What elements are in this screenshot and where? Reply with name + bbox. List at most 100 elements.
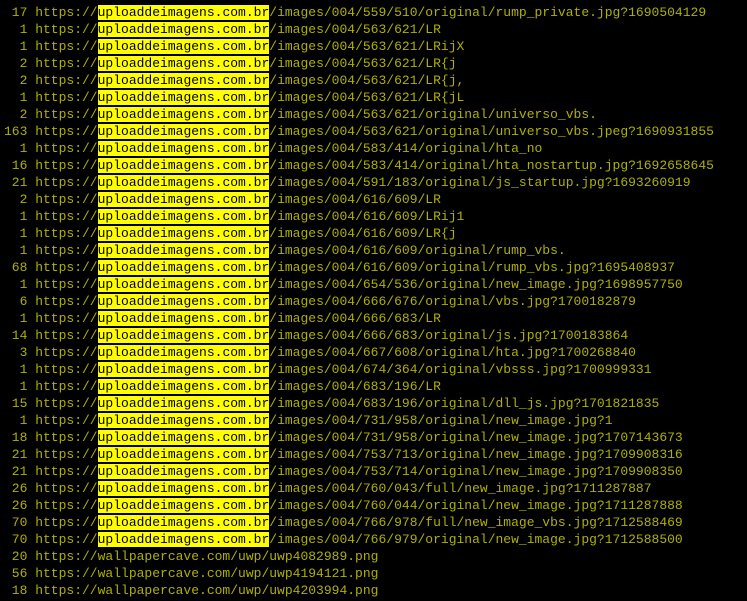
output-line: 56 https://wallpapercave.com/uwp/uwp4194… — [4, 565, 743, 582]
url-prefix: https:// — [35, 447, 97, 462]
line-count: 1 — [4, 242, 27, 259]
line-count: 21 — [4, 463, 27, 480]
output-line: 2 https://uploaddeimagens.com.br/images/… — [4, 72, 743, 89]
url-prefix: https:// — [35, 498, 97, 513]
line-count: 2 — [4, 72, 27, 89]
url-suffix: /images/004/666/676/original/vbs.jpg?170… — [269, 294, 636, 309]
match-highlight: uploaddeimagens.com.br — [98, 73, 270, 88]
line-count: 1 — [4, 21, 27, 38]
line-count: 70 — [4, 514, 27, 531]
output-line: 163 https://uploaddeimagens.com.br/image… — [4, 123, 743, 140]
match-highlight: uploaddeimagens.com.br — [98, 515, 270, 530]
url-prefix: https:// — [35, 532, 97, 547]
url-suffix: /images/004/753/713/original/new_image.j… — [269, 447, 682, 462]
url-suffix: /images/004/760/043/full/new_image.jpg?1… — [269, 481, 651, 496]
match-highlight: uploaddeimagens.com.br — [98, 294, 270, 309]
line-count: 20 — [4, 548, 27, 565]
match-highlight: uploaddeimagens.com.br — [98, 39, 270, 54]
url-suffix: /images/004/731/958/original/new_image.j… — [269, 413, 612, 428]
line-count: 15 — [4, 395, 27, 412]
output-line: 16 https://uploaddeimagens.com.br/images… — [4, 157, 743, 174]
line-count: 1 — [4, 208, 27, 225]
line-count: 1 — [4, 378, 27, 395]
line-count: 1 — [4, 310, 27, 327]
match-highlight: uploaddeimagens.com.br — [98, 532, 270, 547]
output-line: 21 https://uploaddeimagens.com.br/images… — [4, 463, 743, 480]
output-line: 68 https://uploaddeimagens.com.br/images… — [4, 259, 743, 276]
match-highlight: uploaddeimagens.com.br — [98, 447, 270, 462]
url-prefix: https:// — [35, 481, 97, 496]
output-line: 1 https://uploaddeimagens.com.br/images/… — [4, 412, 743, 429]
line-count: 70 — [4, 531, 27, 548]
output-line: 1 https://uploaddeimagens.com.br/images/… — [4, 242, 743, 259]
url-suffix: /images/004/616/609/LRij1 — [269, 209, 464, 224]
url-prefix: https:// — [35, 345, 97, 360]
line-count: 2 — [4, 106, 27, 123]
match-highlight: uploaddeimagens.com.br — [98, 158, 270, 173]
match-highlight: uploaddeimagens.com.br — [98, 226, 270, 241]
url-prefix: https:// — [35, 158, 97, 173]
url-suffix: /images/004/583/414/original/hta_no — [269, 141, 542, 156]
url-prefix: https:// — [35, 107, 97, 122]
line-count: 1 — [4, 276, 27, 293]
output-line: 26 https://uploaddeimagens.com.br/images… — [4, 480, 743, 497]
line-count: 1 — [4, 361, 27, 378]
line-count: 18 — [4, 582, 27, 599]
line-count: 21 — [4, 446, 27, 463]
match-highlight: uploaddeimagens.com.br — [98, 192, 270, 207]
output-line: 17 https://uploaddeimagens.com.br/images… — [4, 4, 743, 21]
match-highlight: uploaddeimagens.com.br — [98, 311, 270, 326]
url-prefix: https:// — [35, 90, 97, 105]
line-count: 1 — [4, 140, 27, 157]
url-prefix: https:// — [35, 464, 97, 479]
output-line: 18 https://uploaddeimagens.com.br/images… — [4, 429, 743, 446]
output-line: 1 https://uploaddeimagens.com.br/images/… — [4, 89, 743, 106]
match-highlight: uploaddeimagens.com.br — [98, 107, 270, 122]
url-prefix: https:// — [35, 22, 97, 37]
match-highlight: uploaddeimagens.com.br — [98, 243, 270, 258]
url-suffix: /images/004/616/609/LR — [269, 192, 441, 207]
url-suffix: /images/004/766/978/full/new_image_vbs.j… — [269, 515, 682, 530]
line-count: 6 — [4, 293, 27, 310]
url-prefix: https:// — [35, 39, 97, 54]
output-line: 1 https://uploaddeimagens.com.br/images/… — [4, 21, 743, 38]
line-count: 1 — [4, 225, 27, 242]
match-highlight: uploaddeimagens.com.br — [98, 277, 270, 292]
match-highlight: uploaddeimagens.com.br — [98, 90, 270, 105]
url-suffix: /images/004/616/609/LR{j — [269, 226, 456, 241]
url-suffix: /images/004/753/714/original/new_image.j… — [269, 464, 682, 479]
url-suffix: /images/004/563/621/LR{jL — [269, 90, 464, 105]
match-highlight: uploaddeimagens.com.br — [98, 328, 270, 343]
line-count: 2 — [4, 55, 27, 72]
url-prefix: https:// — [35, 56, 97, 71]
output-line: 1 https://uploaddeimagens.com.br/images/… — [4, 38, 743, 55]
url-suffix: /images/004/563/621/LR{j, — [269, 73, 464, 88]
url-prefix: https:// — [35, 226, 97, 241]
match-highlight: uploaddeimagens.com.br — [98, 5, 270, 20]
url-suffix: /images/004/616/609/original/rump_vbs. — [269, 243, 565, 258]
terminal-output: 17 https://uploaddeimagens.com.br/images… — [0, 0, 747, 601]
output-line: 2 https://uploaddeimagens.com.br/images/… — [4, 191, 743, 208]
url-prefix: https:// — [35, 362, 97, 377]
url-prefix: https:// — [35, 396, 97, 411]
line-count: 1 — [4, 38, 27, 55]
line-count: 163 — [4, 123, 27, 140]
url-suffix: /images/004/731/958/original/new_image.j… — [269, 430, 682, 445]
url-suffix: /images/004/559/510/original/rump_privat… — [269, 5, 706, 20]
url-suffix: /images/004/766/979/original/new_image.j… — [269, 532, 682, 547]
line-count: 56 — [4, 565, 27, 582]
url-prefix: https:// — [35, 328, 97, 343]
output-line: 21 https://uploaddeimagens.com.br/images… — [4, 174, 743, 191]
url-suffix: /images/004/591/183/original/js_startup.… — [269, 175, 690, 190]
url-suffix: /images/004/563/621/original/universo_vb… — [269, 124, 714, 139]
line-count: 14 — [4, 327, 27, 344]
output-line: 15 https://uploaddeimagens.com.br/images… — [4, 395, 743, 412]
url-prefix: https:// — [35, 277, 97, 292]
output-line: 2 https://uploaddeimagens.com.br/images/… — [4, 106, 743, 123]
output-line: 18 https://wallpapercave.com/uwp/uwp4203… — [4, 582, 743, 599]
output-line: 20 https://wallpapercave.com/uwp/uwp4082… — [4, 548, 743, 565]
match-highlight: uploaddeimagens.com.br — [98, 481, 270, 496]
url-prefix: https:// — [35, 379, 97, 394]
output-line: 1 https://uploaddeimagens.com.br/images/… — [4, 225, 743, 242]
match-highlight: uploaddeimagens.com.br — [98, 362, 270, 377]
